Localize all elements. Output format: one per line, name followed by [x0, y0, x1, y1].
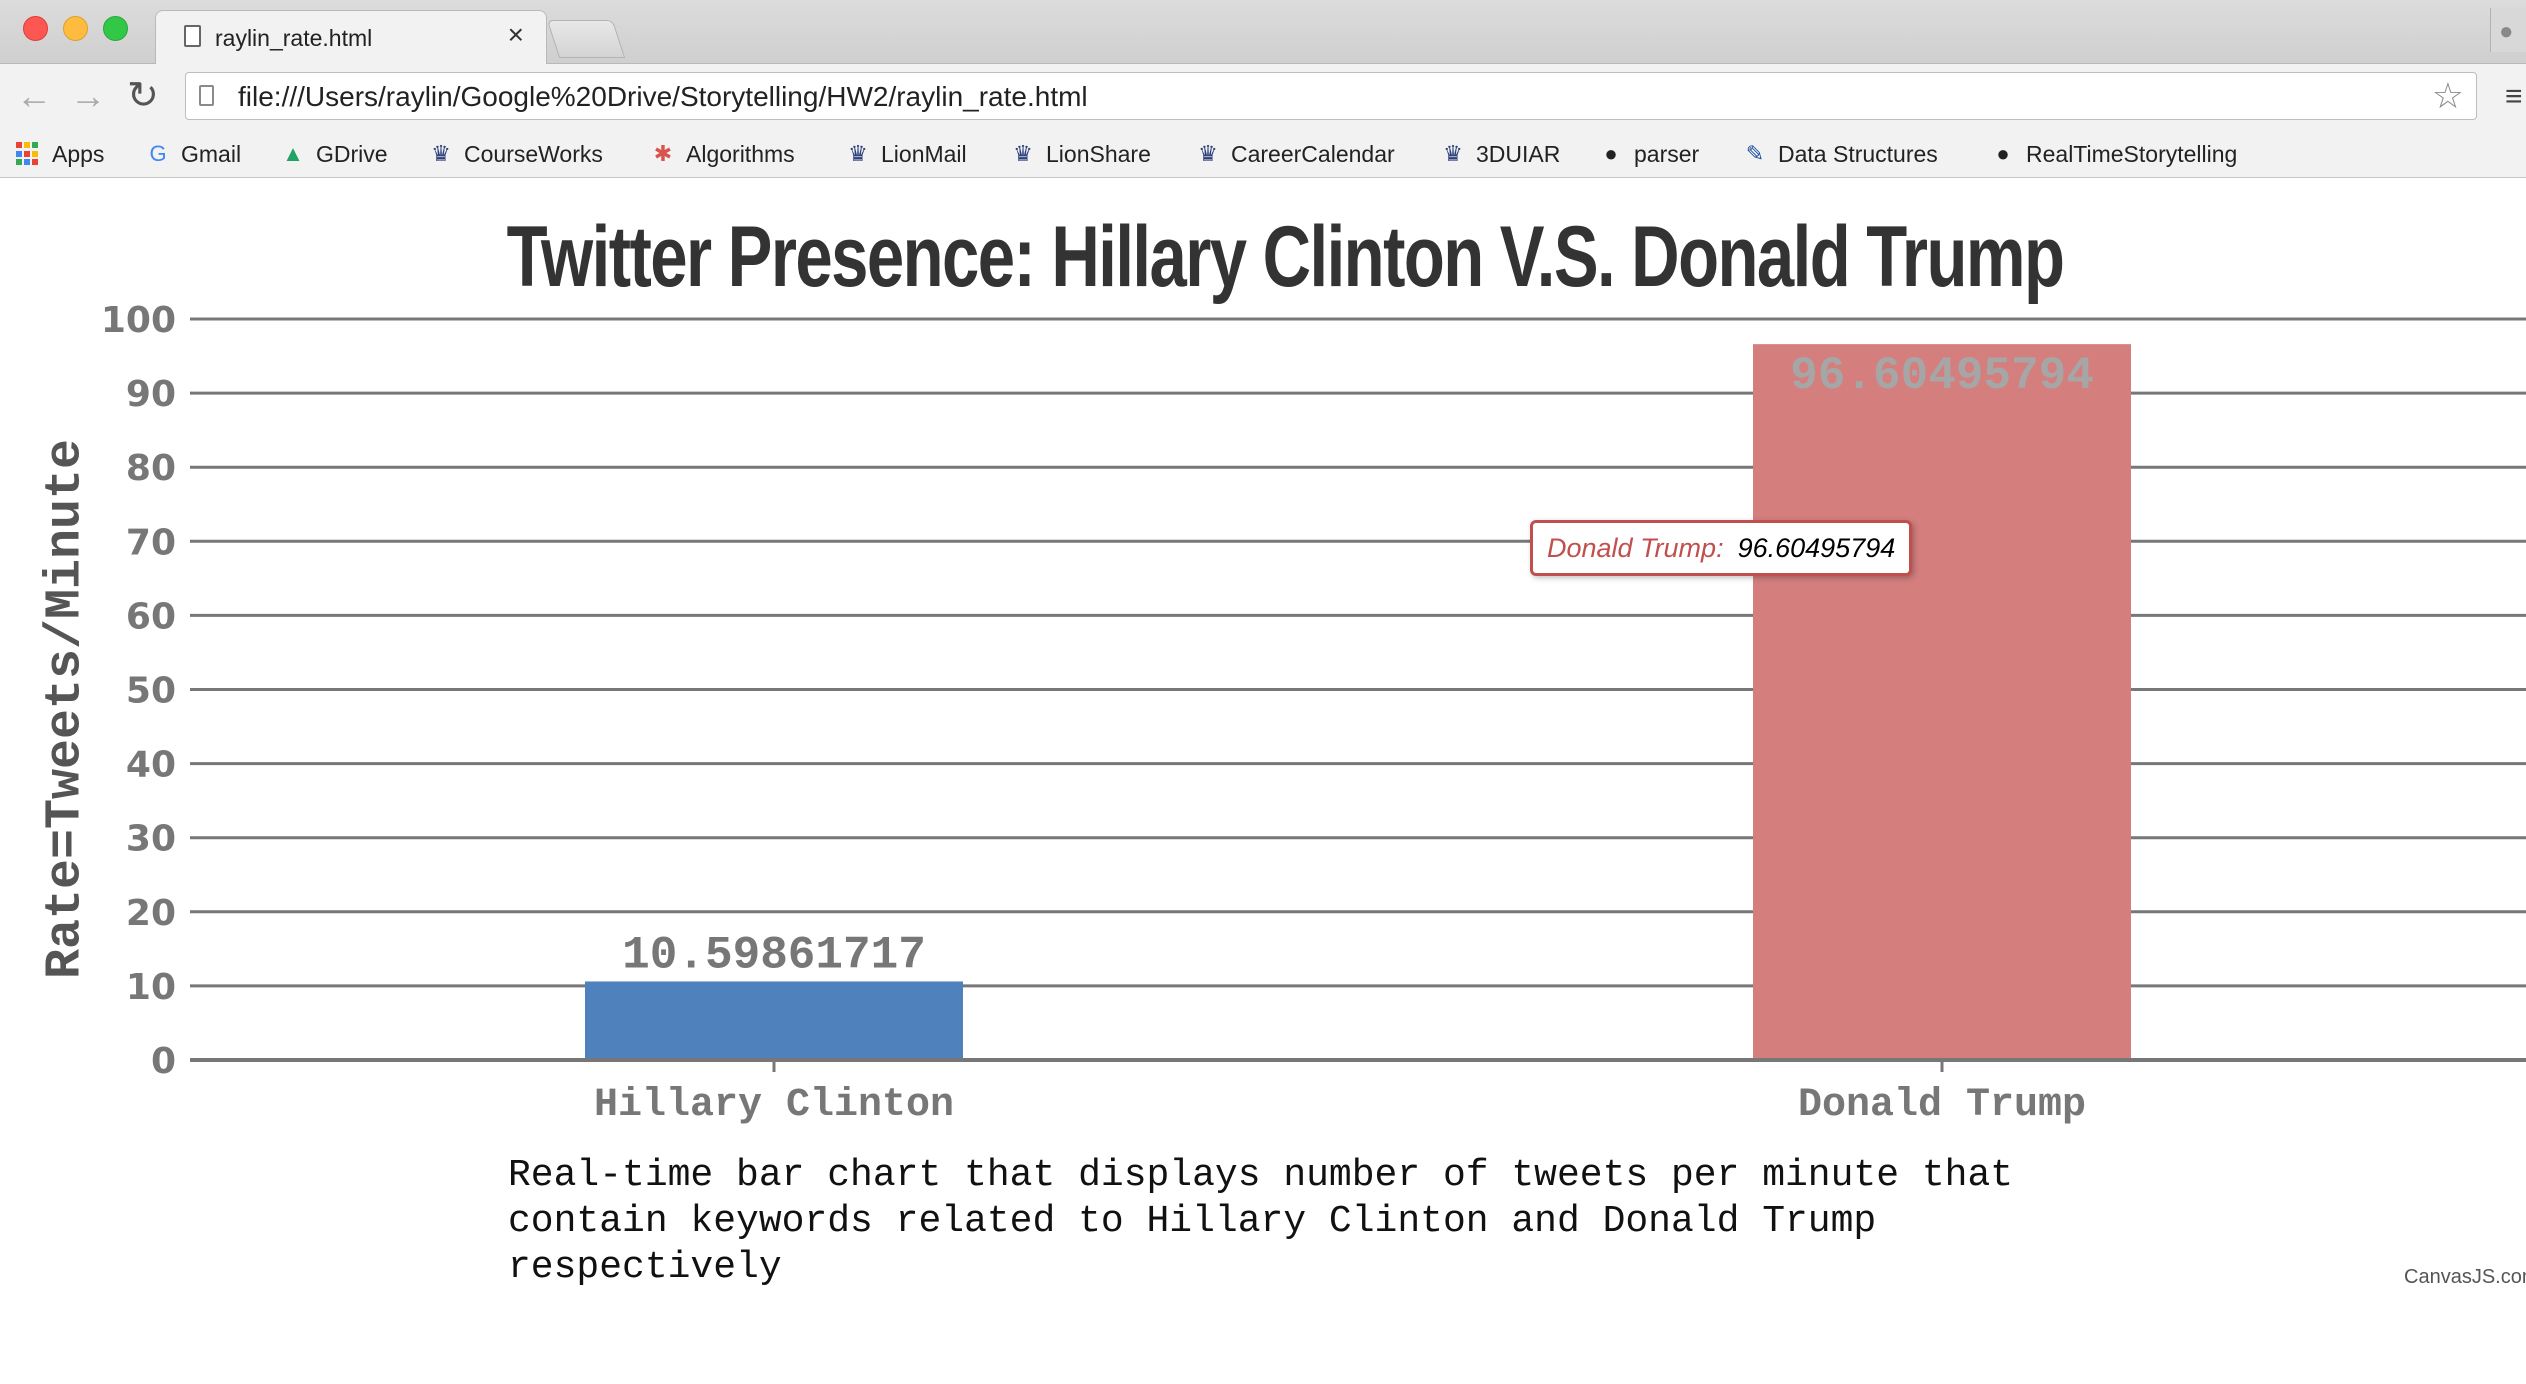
bookmark-courseworks[interactable]: ♛ CourseWorks: [428, 136, 603, 172]
forward-button[interactable]: →: [70, 76, 106, 116]
bookmark-label: GDrive: [316, 140, 388, 167]
y-tick-label: 10: [126, 967, 176, 1008]
tab-close-icon[interactable]: ×: [508, 21, 524, 49]
profile-button[interactable]: ●: [2490, 8, 2526, 52]
bookmark-label: LionShare: [1046, 140, 1151, 167]
tab-strip: raylin_rate.html × ●: [0, 0, 2526, 64]
bookmark-label: CourseWorks: [464, 140, 603, 167]
bookmark-apps[interactable]: Apps: [16, 136, 104, 172]
y-tick-label: 90: [126, 374, 176, 415]
x-tick-label: Donald Trump: [1798, 1083, 2086, 1128]
bookmark-star-icon[interactable]: ☆: [2432, 75, 2464, 117]
bookmark-label: CareerCalendar: [1231, 140, 1395, 167]
bookmark-label: LionMail: [881, 140, 967, 167]
y-tick-label: 50: [126, 671, 176, 712]
canvasjs-credit-link[interactable]: CanvasJS.com: [2404, 1266, 2526, 1289]
crown-icon: ♛: [848, 141, 868, 166]
bookmark-lionmail[interactable]: ♛ LionMail: [845, 136, 967, 172]
bookmark-algorithms[interactable]: ✱ Algorithms: [650, 136, 795, 172]
bookmark-label: Gmail: [181, 140, 242, 167]
pencil-icon: ✎: [1745, 141, 1765, 166]
crown-icon: ♛: [1013, 141, 1033, 166]
bookmark-careercalendar[interactable]: ♛ CareerCalendar: [1195, 136, 1395, 172]
bookmark-realtimestorytelling[interactable]: ● RealTimeStorytelling: [1990, 136, 2237, 172]
tab-raylin-rate[interactable]: raylin_rate.html ×: [155, 10, 547, 64]
new-tab-button[interactable]: [546, 20, 626, 58]
y-axis-title: Rate=Tweets/Minute: [37, 438, 95, 980]
page-content: 0 10 20 30 40 50 60 70 80 90 100 Hillary Clinton 10.…: [0, 178, 2526, 1384]
chart-title: Twitter Presence: Hillary Clinton V.S. D…: [506, 209, 2065, 305]
drive-icon: ▲: [282, 141, 304, 166]
bar-data-label: 10.59861717: [622, 929, 926, 981]
reload-button[interactable]: ↻: [127, 76, 159, 116]
zoom-window-button[interactable]: [103, 16, 128, 41]
bookmark-gmail[interactable]: G Gmail: [145, 136, 241, 172]
bookmark-data-structures[interactable]: ✎ Data Structures: [1742, 136, 1938, 172]
tooltip-value: 96.60495794: [1737, 532, 1896, 563]
bookmark-lionshare[interactable]: ♛ LionShare: [1010, 136, 1151, 172]
bookmark-label: Algorithms: [686, 140, 795, 167]
bookmarks-bar: Apps G Gmail ▲ GDrive ♛ CourseWorks ✱ Algorithms…: [0, 132, 2526, 176]
address-bar[interactable]: file:///Users/raylin/Google%20Drive/Stor…: [185, 72, 2477, 120]
menu-icon[interactable]: ≡: [2505, 80, 2523, 114]
url-text[interactable]: file:///Users/raylin/Google%20Drive/Stor…: [238, 81, 1088, 113]
y-tick-label: 100: [101, 300, 176, 341]
google-icon: G: [149, 141, 167, 166]
y-tick-label: 20: [126, 893, 176, 934]
close-window-button[interactable]: [23, 16, 48, 41]
bookmark-label: Apps: [52, 140, 105, 167]
github-icon: ●: [1996, 141, 2010, 166]
chart-caption: Real-time bar chart that displays number…: [508, 1154, 2014, 1289]
browser-chrome: raylin_rate.html × ● ← → ↻ file:///Users…: [0, 0, 2526, 178]
y-tick-label: 30: [126, 819, 176, 860]
bookmark-label: RealTimeStorytelling: [2026, 140, 2238, 167]
y-tick-label: 0: [151, 1041, 176, 1082]
crown-icon: ♛: [1443, 141, 1463, 166]
apps-grid-icon: [16, 142, 40, 166]
crown-icon: ♛: [431, 141, 451, 166]
person-icon: ●: [2499, 18, 2514, 45]
toolbar: ← → ↻ file:///Users/raylin/Google%20Driv…: [0, 64, 2526, 132]
bookmark-parser[interactable]: ● parser: [1598, 136, 1699, 172]
bar: [1753, 344, 2131, 1061]
bookmark-label: 3DUIAR: [1476, 140, 1561, 167]
github-icon: ●: [1604, 141, 1618, 166]
minimize-window-button[interactable]: [63, 16, 88, 41]
x-tick-label: Hillary Clinton: [594, 1083, 954, 1128]
pinwheel-icon: ✱: [653, 141, 673, 166]
y-tick-label: 40: [126, 745, 176, 786]
page-icon: [184, 25, 201, 47]
bookmark-label: Data Structures: [1778, 140, 1938, 167]
y-tick-label: 70: [126, 522, 176, 563]
crown-icon: ♛: [1198, 141, 1218, 166]
bookmark-gdrive[interactable]: ▲ GDrive: [280, 136, 388, 172]
bookmark-label: parser: [1634, 140, 1700, 167]
page-icon: [199, 85, 214, 106]
bar: [585, 981, 963, 1060]
tab-title: raylin_rate.html: [215, 25, 373, 51]
bar-data-label: 96.60495794: [1790, 350, 2094, 402]
y-tick-label: 80: [126, 448, 176, 489]
bookmark-3duiar[interactable]: ♛ 3DUIAR: [1440, 136, 1560, 172]
chart-tooltip: Donald Trump: 96.60495794: [1530, 520, 1913, 576]
y-tick-label: 60: [126, 596, 176, 637]
back-button[interactable]: ←: [16, 76, 52, 116]
tooltip-label: Donald Trump:: [1547, 532, 1724, 563]
